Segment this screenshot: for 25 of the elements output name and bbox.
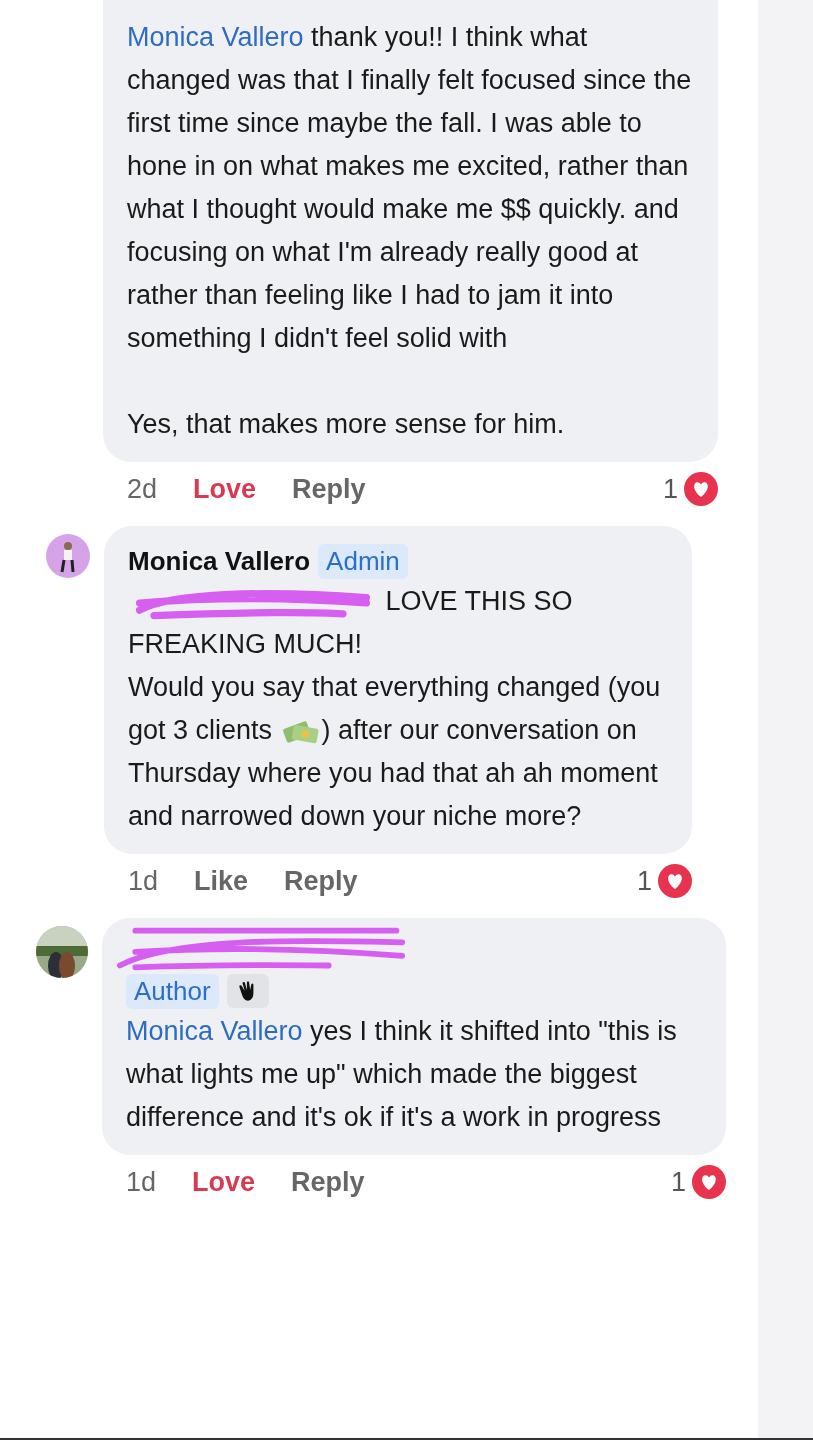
role-badge: Author xyxy=(126,973,219,1009)
mention-link[interactable]: Monica Vallero xyxy=(126,1016,303,1046)
reaction-count: 1 xyxy=(636,865,652,897)
reaction-count: 1 xyxy=(670,1166,686,1198)
wave-icon xyxy=(226,974,269,1008)
reaction-button[interactable]: Like xyxy=(194,865,249,897)
avatar[interactable] xyxy=(36,926,88,978)
author-name[interactable]: Monica Vallero xyxy=(128,545,311,577)
comment-time: 1d xyxy=(128,865,159,897)
reply-button[interactable]: Reply xyxy=(291,1166,365,1198)
reply-button[interactable]: Reply xyxy=(284,865,358,897)
role-badge: Admin xyxy=(318,543,408,579)
reaction-button[interactable]: Love xyxy=(193,473,257,505)
reply-button[interactable]: Reply xyxy=(292,473,366,505)
comment-time: 2d xyxy=(127,473,158,505)
comment-text: Yes, that makes more sense for him. xyxy=(127,408,566,441)
comment-text: LOVE THIS SO FREAKING MUCH! xyxy=(128,583,574,661)
mention-link[interactable]: Monica Vallero xyxy=(127,22,304,52)
comment-text: Monica Vallero thank you!! I think what changed was that I finally felt focused since the first time since maybe the fall. I was able to hone in on what makes me excited, rather than what I thought would make me $$ quickly. and focusing on what I'm already really good at rather than feeling like I had to jam it into something I didn't feel solid with xyxy=(127,21,693,355)
comment-text: Would you say that everything changed (you got 3 clients ) after our conversation on Thursday where you had that ah ah moment and narrowed down your niche more? xyxy=(128,671,662,833)
comment-text: Monica Vallero yes I think it shifted into "this is what lights me up" which made the biggest difference and it's ok if it's a work in progress xyxy=(126,1015,678,1134)
comment-time: 1d xyxy=(126,1166,157,1198)
avatar[interactable] xyxy=(46,534,90,578)
reaction-count: 1 xyxy=(662,473,678,505)
reaction-button[interactable]: Love xyxy=(192,1166,256,1198)
